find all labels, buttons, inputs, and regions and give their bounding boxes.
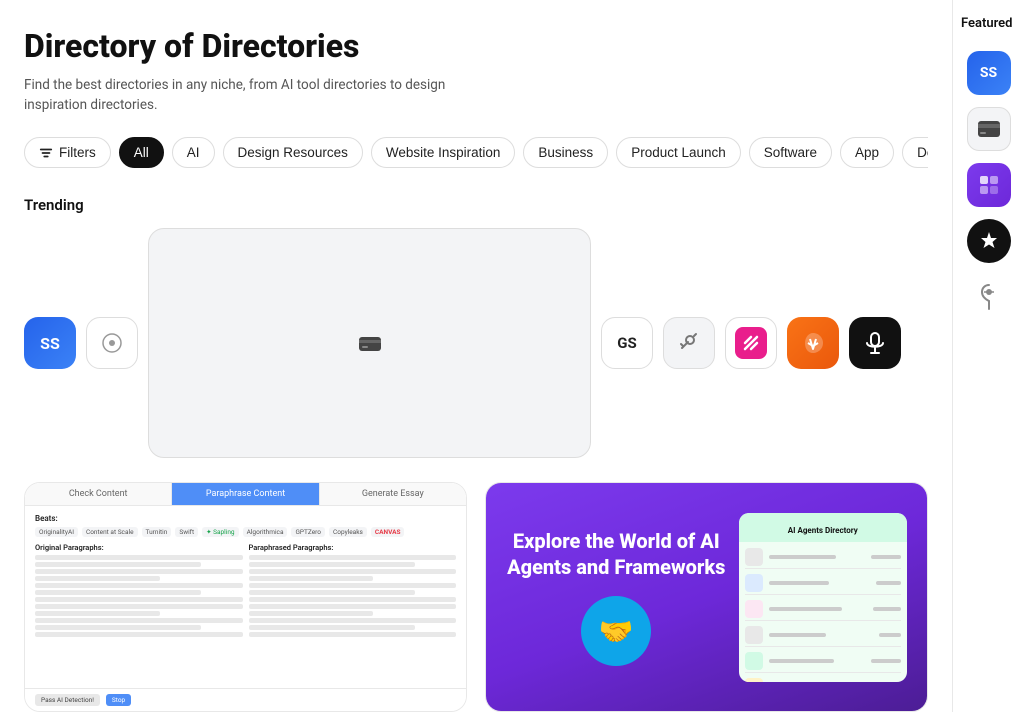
trending-icon-orange[interactable]	[787, 317, 839, 369]
trending-title: Trending	[24, 196, 84, 214]
sidebar-icon-ss[interactable]: SS	[967, 51, 1011, 95]
text-line	[249, 590, 415, 595]
card1-detect-btn[interactable]: Pass AI Detection!	[35, 694, 100, 706]
brand-originality: OriginalityAI	[35, 527, 78, 537]
filter-development[interactable]: Developmen…	[902, 137, 928, 168]
text-line	[35, 576, 160, 581]
text-line	[35, 611, 160, 616]
filters-label: Filters	[59, 145, 96, 160]
text-line	[35, 590, 201, 595]
card2-badge: 🤝	[581, 596, 651, 666]
card1-footer: Pass AI Detection! Stop	[25, 688, 466, 711]
brand-contentatscale: Content at Scale	[82, 527, 138, 537]
text-line	[249, 583, 457, 588]
brand-gptzero: GPTZero	[291, 527, 325, 537]
card-ai-agents[interactable]: Explore the World of AI Agents and Frame…	[485, 482, 928, 712]
card2-title: Explore the World of AI Agents and Frame…	[506, 528, 727, 580]
filter-business[interactable]: Business	[523, 137, 608, 168]
text-line	[35, 618, 243, 623]
brand-swift: Swift	[175, 527, 198, 537]
trending-icons: SS GS	[24, 228, 928, 458]
text-line	[35, 604, 243, 609]
trending-icon-ss[interactable]: SS	[24, 317, 76, 369]
filter-icon	[39, 146, 53, 160]
card1-beats-label: Beats:	[35, 514, 456, 523]
text-line	[249, 562, 415, 567]
featured-label: Featured	[961, 16, 1013, 31]
card2-table-title: AI Agents Directory	[788, 526, 858, 535]
card1-tabs: Check Content Paraphrase Content Generat…	[25, 483, 466, 506]
text-line	[249, 604, 457, 609]
trending-header: Trending	[24, 196, 928, 214]
trending-icon-pink[interactable]	[725, 317, 777, 369]
text-line	[35, 632, 243, 637]
trending-icon-tools[interactable]	[663, 317, 715, 369]
card1-columns: Original Paragraphs:	[35, 543, 456, 637]
filter-bar: Filters All AI Design Resources Website …	[24, 137, 928, 168]
page-subtitle: Find the best directories in any niche, …	[24, 75, 454, 116]
trending-icon-mic[interactable]	[849, 317, 901, 369]
card1-paraphrased-label: Paraphrased Paragraphs:	[249, 543, 457, 552]
filter-app[interactable]: App	[840, 137, 894, 168]
filter-all[interactable]: All	[119, 137, 164, 168]
brand-copyleaks: Copyleaks	[329, 527, 367, 537]
text-line	[249, 576, 374, 581]
card-grid: Check Content Paraphrase Content Generat…	[24, 482, 928, 712]
featured-label-container: Featured	[953, 12, 1021, 31]
filter-design-resources[interactable]: Design Resources	[223, 137, 363, 168]
text-line	[35, 625, 201, 630]
page-title: Directory of Directories	[24, 28, 928, 65]
trending-icon-gs[interactable]: GS	[601, 317, 653, 369]
trending-icon-card[interactable]	[148, 228, 591, 458]
text-line	[35, 562, 201, 567]
filter-website-inspiration[interactable]: Website Inspiration	[371, 137, 516, 168]
card1-original-label: Original Paragraphs:	[35, 543, 243, 552]
card1-tab-check[interactable]: Check Content	[25, 483, 172, 505]
sidebar-icon-star[interactable]	[967, 219, 1011, 263]
text-line	[35, 555, 243, 560]
filters-button[interactable]: Filters	[24, 137, 111, 168]
filter-software[interactable]: Software	[749, 137, 832, 168]
sidebar-icon-pin[interactable]	[967, 275, 1011, 319]
text-line	[249, 611, 374, 616]
card-paraphrase[interactable]: Check Content Paraphrase Content Generat…	[24, 482, 467, 712]
card1-tab-generate[interactable]: Generate Essay	[320, 483, 466, 505]
card1-brands: OriginalityAI Content at Scale Turnitin …	[35, 527, 456, 537]
text-line	[249, 555, 457, 560]
card1-tab-paraphrase[interactable]: Paraphrase Content	[172, 483, 319, 505]
card1-stop-btn[interactable]: Stop	[106, 694, 131, 706]
filter-ai[interactable]: AI	[172, 137, 215, 168]
sidebar-icon-card[interactable]	[967, 107, 1011, 151]
sidebar-icon-purple[interactable]	[967, 163, 1011, 207]
text-line	[249, 625, 415, 630]
filter-product-launch[interactable]: Product Launch	[616, 137, 741, 168]
brand-algo: Algorithmica	[243, 527, 288, 537]
trending-icon-dot[interactable]	[86, 317, 138, 369]
text-line	[35, 569, 243, 574]
brand-canvas: CANVAS	[371, 527, 405, 537]
card2-left: Explore the World of AI Agents and Frame…	[506, 528, 727, 666]
sidebar: Featured SS	[952, 0, 1024, 712]
card2-right: AI Agents Directory	[739, 513, 907, 682]
brand-turnitin: Turnitin	[142, 527, 172, 537]
text-line	[249, 632, 457, 637]
brand-sapling: ✦ Sapling	[202, 527, 239, 537]
text-line	[249, 597, 457, 602]
text-line	[35, 597, 243, 602]
text-line	[249, 618, 457, 623]
text-line	[35, 583, 243, 588]
text-line	[249, 569, 457, 574]
